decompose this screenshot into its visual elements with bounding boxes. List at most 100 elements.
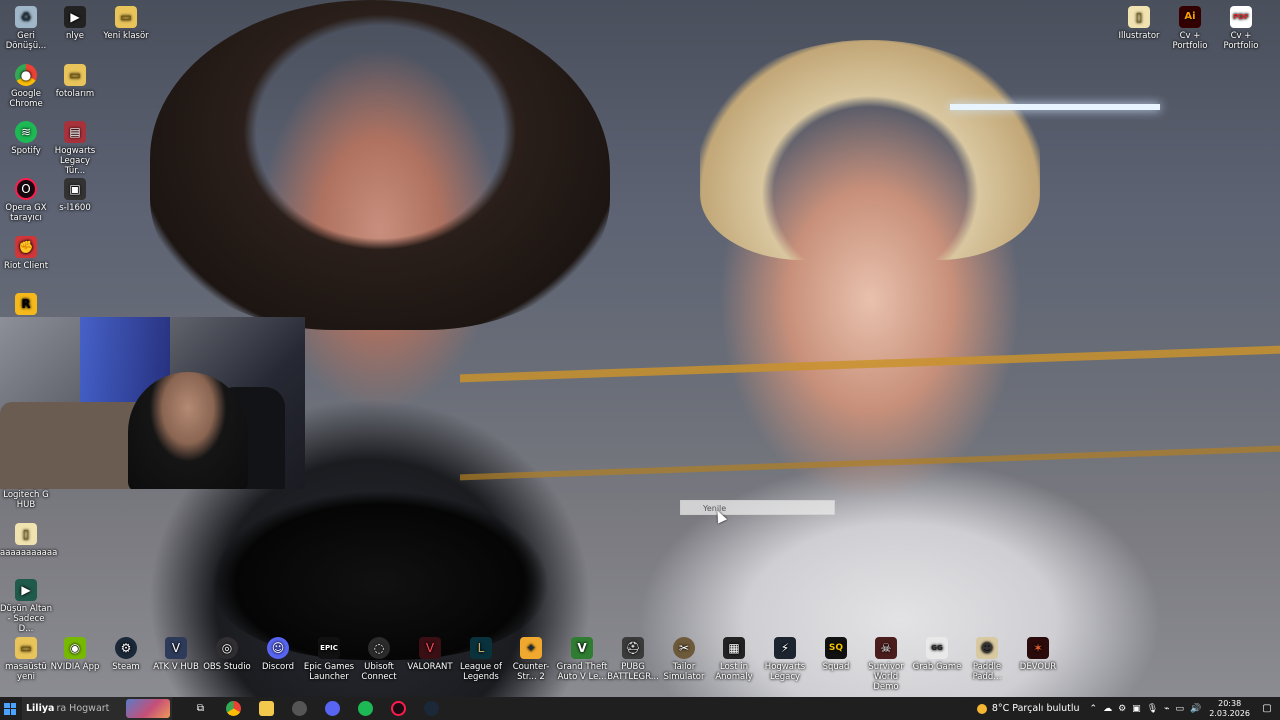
taskbar-discord[interactable] <box>316 697 349 720</box>
riot-client-icon: ✊ <box>15 236 37 258</box>
desktop-icon-photos[interactable]: ▭ fotolarım <box>49 64 101 99</box>
desktop-icon-rockstar[interactable]: R <box>0 293 52 318</box>
task-view-icon: ⧉ <box>196 703 205 714</box>
survivor-world-icon: ☠ <box>875 637 897 659</box>
desktop-icon-recycle-bin[interactable]: ♻ Geri Dönüşü... <box>0 6 52 51</box>
desktop-icon-survivor[interactable]: ☠ Survivor World Demo <box>860 637 912 692</box>
search-query-text: Liliya <box>26 703 55 714</box>
desktop-icon-epic[interactable]: EPIC Epic Games Launcher <box>303 637 355 682</box>
desktop-icon-tailor[interactable]: ✂ Tailor Simulator <box>658 637 710 682</box>
desktop-icon-valorant[interactable]: V VALORANT <box>404 637 456 672</box>
desktop-icon-gta[interactable]: V Grand Theft Auto V Le... <box>556 637 608 682</box>
clock-date: 2.03.2026 <box>1209 708 1250 718</box>
steam-icon: ⚙ <box>115 637 137 659</box>
desktop-icon-ubisoft[interactable]: ◌ Ubisoft Connect <box>353 637 405 682</box>
desktop-icon-illustrator[interactable]: ▯ Illustrator <box>1113 6 1165 41</box>
desktop-icon-obs[interactable]: ◎ OBS Studio <box>201 637 253 672</box>
desktop-icon-grab[interactable]: GG Grab Game <box>911 637 963 672</box>
cloud-icon[interactable]: ☁ <box>1103 704 1112 714</box>
taskbar-opera[interactable] <box>382 697 415 720</box>
desktop-icon-logitech[interactable]: Logitech G HUB <box>0 476 52 510</box>
desktop-icon-cv-pdf[interactable]: PDF Cv + Portfolio <box>1215 6 1267 51</box>
system-tray: ⌃ ☁ ⚙ ▣ 🎙 ⌁ ▭ 🔊 <box>1090 704 1202 714</box>
desktop-icon-masaustu[interactable]: ▭ masaüstü yeni <box>0 637 52 682</box>
desktop-icon-label: Epic Games Launcher <box>303 662 355 682</box>
desktop-icon-paddle[interactable]: ☻ Paddle Padd... <box>961 637 1013 682</box>
counter-strike-icon: ✦ <box>520 637 542 659</box>
desktop-icon-nvidia[interactable]: ◉ NVIDIA App <box>49 637 101 672</box>
desktop-icon-lost[interactable]: ▦ Lost in Anomaly <box>708 637 760 682</box>
taskbar-chrome[interactable] <box>217 697 250 720</box>
partly-cloudy-icon <box>976 703 987 714</box>
taskbar-file-explorer[interactable] <box>250 697 283 720</box>
notifications-button[interactable]: ▢ <box>1258 703 1276 714</box>
search-suggestion-text: ra Hogwart <box>56 703 110 714</box>
desktop-icon-label: Grab Game <box>912 662 962 672</box>
desktop-icon-cv-ai[interactable]: Ai Cv + Portfolio <box>1164 6 1216 51</box>
taskbar-spotify[interactable] <box>349 697 382 720</box>
desktop-icon-dusun[interactable]: ▶ Düşün Altan - Sadece D... <box>0 579 52 634</box>
app-tray-icon[interactable]: ▣ <box>1132 704 1141 714</box>
chrome-icon <box>226 701 241 716</box>
desktop-icon-label: s-l1600 <box>59 203 91 213</box>
desktop-icon-label: Opera GX tarayıcı <box>5 203 47 223</box>
desktop-icon-label: nlye <box>65 31 84 41</box>
taskbar-app-generic[interactable] <box>283 697 316 720</box>
desktop-icon-s1600[interactable]: ▣ s-l1600 <box>49 178 101 213</box>
desktop-icon-hogwarts-tr[interactable]: ▤ Hogwarts Legacy Tür... <box>49 121 101 176</box>
desktop-icon-file-a[interactable]: ▯ aaaaaaaaaaa <box>0 523 57 558</box>
lost-in-anomaly-icon: ▦ <box>723 637 745 659</box>
taskbar-steam[interactable] <box>415 697 448 720</box>
desktop-icon-label: Yeni klasör <box>103 31 149 41</box>
tailor-simulator-icon: ✂ <box>673 637 695 659</box>
desktop-icon-discord[interactable]: ☺ Discord <box>252 637 304 672</box>
context-menu-refresh[interactable]: Yenile <box>680 500 835 515</box>
image-file-icon: ▣ <box>64 178 86 200</box>
desktop-icon-label: Ubisoft Connect <box>361 662 397 682</box>
weather-widget[interactable]: 8°C Parçalı bulutlu <box>976 703 1080 714</box>
microphone-icon[interactable]: 🎙 <box>1147 704 1158 714</box>
obs-icon: ◎ <box>216 637 238 659</box>
epic-games-icon: EPIC <box>318 637 340 659</box>
desktop-icon-label: Riot Client <box>3 261 49 271</box>
desktop-icon-new-folder[interactable]: ▭ Yeni klasör <box>100 6 152 41</box>
wallpaper-ceiling-light <box>950 104 1160 110</box>
illustrator-file-icon: Ai <box>1179 6 1201 28</box>
desktop-icon-label: Paddle Padd... <box>972 662 1002 682</box>
taskbar-search-box[interactable]: Liliya ra Hogwart <box>22 697 172 720</box>
chevron-up-icon[interactable]: ⌃ <box>1090 704 1098 714</box>
desktop-icon-hogwarts[interactable]: ⚡ Hogwarts Legacy <box>759 637 811 682</box>
desktop-icon-nlye[interactable]: ▶ nlye <box>49 6 101 41</box>
start-button[interactable] <box>0 697 20 720</box>
pubg-icon: ⛑ <box>622 637 644 659</box>
wallpaper-railing <box>460 345 1280 383</box>
desktop-icon-label: Cv + Portfolio <box>1172 31 1208 51</box>
desktop-icon-pubg[interactable]: ⛑ PUBG BATTLEGR... <box>607 637 659 682</box>
recycle-bin-icon: ♻ <box>15 6 37 28</box>
spotify-icon: ≋ <box>15 121 37 143</box>
folder-icon <box>259 701 274 716</box>
desktop-icon-label: Google Chrome <box>9 89 43 109</box>
settings-icon[interactable]: ⚙ <box>1118 704 1126 714</box>
desktop-icon-riot[interactable]: ✊ Riot Client <box>0 236 52 271</box>
desktop-icon-opera[interactable]: O Opera GX tarayıcı <box>0 178 52 223</box>
usb-icon[interactable]: ⌁ <box>1164 704 1169 714</box>
desktop-icon-label: Hogwarts Legacy Tür... <box>54 146 96 176</box>
task-view-button[interactable]: ⧉ <box>184 697 217 720</box>
network-icon[interactable]: ▭ <box>1176 704 1185 714</box>
steam-icon <box>424 701 439 716</box>
desktop-icon-chrome[interactable]: ● Google Chrome <box>0 64 52 109</box>
desktop-icon-lol[interactable]: L League of Legends <box>455 637 507 682</box>
app-icon <box>292 701 307 716</box>
chrome-icon: ● <box>15 64 37 86</box>
desktop-icon-squad[interactable]: SQ Squad <box>810 637 862 672</box>
desktop-icon-atk[interactable]: V ATK V HUB <box>150 637 202 672</box>
desktop-icon-label: Geri Dönüşü... <box>5 31 47 51</box>
desktop-icon-steam[interactable]: ⚙ Steam <box>100 637 152 672</box>
desktop-icon-cs2[interactable]: ✦ Counter-Str... 2 <box>505 637 557 682</box>
desktop-icon-devour[interactable]: ✶ DEVOUR <box>1012 637 1064 672</box>
desktop-icon-spotify[interactable]: ≋ Spotify <box>0 121 52 156</box>
document-icon: ▯ <box>15 523 37 545</box>
volume-icon[interactable]: 🔊 <box>1190 704 1201 714</box>
taskbar-clock[interactable]: 20:38 2.03.2026 <box>1209 699 1250 719</box>
